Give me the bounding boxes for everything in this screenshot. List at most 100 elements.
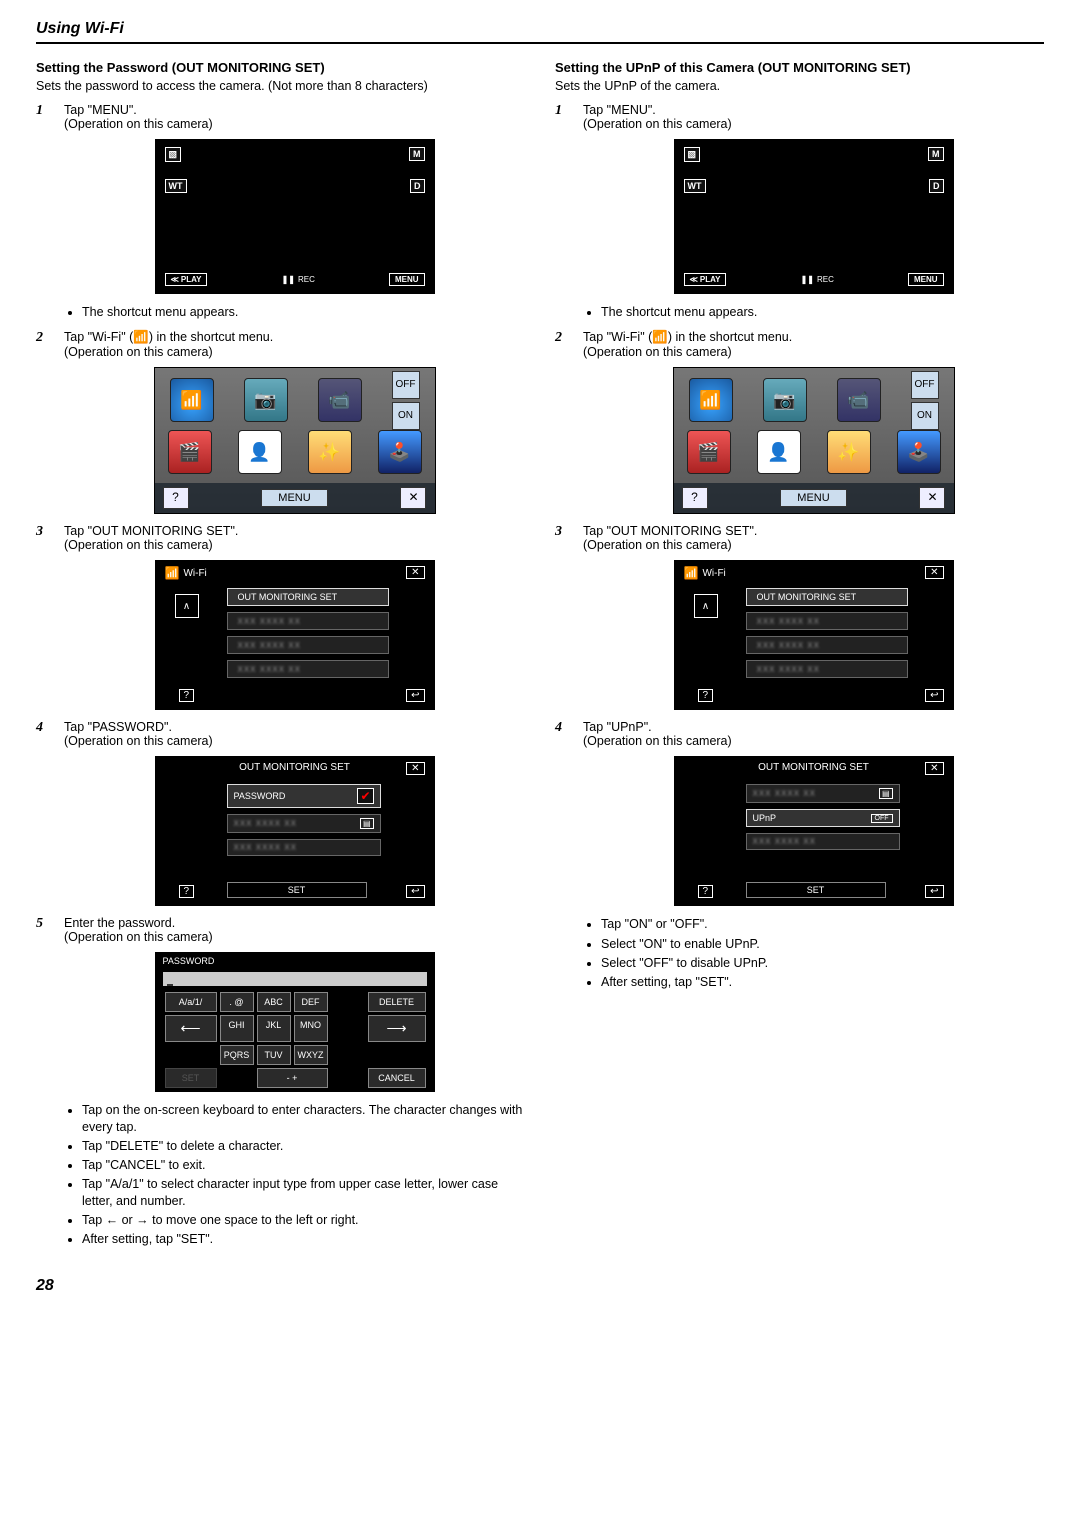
wifi-icon[interactable]: 📶 bbox=[689, 378, 733, 422]
bullet: Tap "DELETE" to delete a character. bbox=[82, 1138, 525, 1154]
set-button[interactable]: SET bbox=[227, 882, 367, 898]
step-sub: (Operation on this camera) bbox=[583, 117, 1044, 131]
help-button[interactable]: ? bbox=[179, 689, 195, 702]
arrow-up-button[interactable]: ∧ bbox=[694, 594, 718, 618]
step-text: Tap "MENU". bbox=[583, 103, 1044, 117]
mode-m-icon[interactable]: M bbox=[928, 147, 944, 161]
help-button[interactable]: ? bbox=[163, 487, 189, 509]
key-abc[interactable]: ABC bbox=[257, 992, 291, 1012]
face-icon[interactable]: 👤 bbox=[238, 430, 282, 474]
mode-d-icon[interactable]: D bbox=[410, 179, 425, 193]
menu-item-out-monitoring[interactable]: OUT MONITORING SET bbox=[746, 588, 908, 606]
help-button[interactable]: ? bbox=[179, 885, 195, 898]
key-set[interactable]: SET bbox=[165, 1068, 217, 1088]
face-icon[interactable]: 👤 bbox=[757, 430, 801, 474]
menu-item-blur[interactable]: XXX XXXX XX bbox=[746, 833, 900, 850]
camera-icon-1[interactable]: 📷 bbox=[244, 378, 288, 422]
switch-on-icon[interactable]: ON bbox=[392, 402, 420, 430]
key-def[interactable]: DEF bbox=[294, 992, 328, 1012]
right-intro: Sets the UPnP of the camera. bbox=[555, 79, 1044, 93]
key-tuv[interactable]: TUV bbox=[257, 1045, 291, 1065]
still-icon[interactable]: ▧ bbox=[684, 147, 701, 162]
switch-off-icon[interactable]: OFF bbox=[911, 371, 939, 399]
switch-off-icon[interactable]: OFF bbox=[392, 371, 420, 399]
key-right[interactable]: ⟶ bbox=[368, 1015, 426, 1042]
menu-item-blur[interactable]: XXX XXXX XX bbox=[746, 636, 908, 654]
key-delete[interactable]: DELETE bbox=[368, 992, 426, 1012]
step-text: Enter the password. bbox=[64, 916, 525, 930]
mode-d-icon[interactable]: D bbox=[929, 179, 944, 193]
menu-button[interactable]: MENU bbox=[908, 273, 944, 286]
bullet: The shortcut menu appears. bbox=[601, 304, 1044, 320]
left-column: Setting the Password (OUT MONITORING SET… bbox=[36, 60, 525, 1257]
menu-item-blur[interactable]: XXX XXXX XX bbox=[227, 660, 389, 678]
menu-item-blur[interactable]: XXX XXXX XX bbox=[746, 612, 908, 630]
key-sym[interactable]: - + bbox=[257, 1068, 328, 1088]
close-button[interactable]: ✕ bbox=[406, 566, 424, 579]
back-button[interactable]: ↩ bbox=[925, 885, 943, 898]
menu-button[interactable]: MENU bbox=[780, 489, 846, 507]
menu-item-blur[interactable]: XXX XXXX XX▤ bbox=[746, 784, 900, 803]
menu-item-password[interactable]: PASSWORD✔ bbox=[227, 784, 381, 808]
key-mno[interactable]: MNO bbox=[294, 1015, 328, 1042]
shortcut-screenshot: 📶 📷 📹 OFF ON 🎬 👤 ✨ 🕹️ bbox=[154, 367, 436, 514]
menu-item-blur[interactable]: XXX XXXX XX bbox=[227, 839, 381, 856]
help-button[interactable]: ? bbox=[698, 689, 714, 702]
clapper-icon[interactable]: 🎬 bbox=[687, 430, 731, 474]
bullet: Tap ← or → to move one space to the left… bbox=[82, 1212, 525, 1228]
clapper-icon[interactable]: 🎬 bbox=[168, 430, 212, 474]
menu-item-upnp[interactable]: UPnPOFF bbox=[746, 809, 900, 827]
menu-item-blur[interactable]: XXX XXXX XX bbox=[227, 636, 389, 654]
joystick-icon[interactable]: 🕹️ bbox=[378, 430, 422, 474]
step-sub: (Operation on this camera) bbox=[64, 538, 525, 552]
mode-m-icon[interactable]: M bbox=[409, 147, 425, 161]
close-button[interactable]: ✕ bbox=[925, 762, 943, 775]
camera-icon-2[interactable]: 📹 bbox=[318, 378, 362, 422]
effect-icon[interactable]: ✨ bbox=[308, 430, 352, 474]
menu-item-blur[interactable]: XXX XXXX XX▤ bbox=[227, 814, 381, 833]
left-heading: Setting the Password (OUT MONITORING SET… bbox=[36, 60, 525, 75]
key-ghi[interactable]: GHI bbox=[220, 1015, 254, 1042]
back-button[interactable]: ↩ bbox=[406, 689, 424, 702]
key-pqrs[interactable]: PQRS bbox=[220, 1045, 254, 1065]
close-button[interactable]: ✕ bbox=[919, 487, 945, 509]
wifi-icon[interactable]: 📶 bbox=[170, 378, 214, 422]
menu-button[interactable]: MENU bbox=[261, 489, 327, 507]
bullet: The shortcut menu appears. bbox=[82, 304, 525, 320]
step-text: Tap "Wi-Fi" (📶) in the shortcut menu. bbox=[64, 330, 525, 345]
close-button[interactable]: ✕ bbox=[925, 566, 943, 579]
menu-item-out-monitoring[interactable]: OUT MONITORING SET bbox=[227, 588, 389, 606]
camera-icon-1[interactable]: 📷 bbox=[763, 378, 807, 422]
left-step-1: Tap "MENU". (Operation on this camera) ▧… bbox=[36, 103, 525, 320]
help-button[interactable]: ? bbox=[698, 885, 714, 898]
close-button[interactable]: ✕ bbox=[400, 487, 426, 509]
menu-button[interactable]: MENU bbox=[389, 273, 425, 286]
switch-on-icon[interactable]: ON bbox=[911, 402, 939, 430]
camera-icon-2[interactable]: 📹 bbox=[837, 378, 881, 422]
bullet: After setting, tap "SET". bbox=[82, 1231, 525, 1247]
arrow-up-button[interactable]: ∧ bbox=[175, 594, 199, 618]
right-step-4: Tap "UPnP". (Operation on this camera) O… bbox=[555, 720, 1044, 990]
joystick-icon[interactable]: 🕹️ bbox=[897, 430, 941, 474]
help-button[interactable]: ? bbox=[682, 487, 708, 509]
password-field[interactable] bbox=[163, 972, 427, 986]
effect-icon[interactable]: ✨ bbox=[827, 430, 871, 474]
close-button[interactable]: ✕ bbox=[406, 762, 424, 775]
key-jkl[interactable]: JKL bbox=[257, 1015, 291, 1042]
set-button[interactable]: SET bbox=[746, 882, 886, 898]
back-button[interactable]: ↩ bbox=[406, 885, 424, 898]
wt-icon[interactable]: WT bbox=[684, 179, 706, 193]
back-button[interactable]: ↩ bbox=[925, 689, 943, 702]
key-cancel[interactable]: CANCEL bbox=[368, 1068, 426, 1088]
key-left[interactable]: ⟵ bbox=[165, 1015, 217, 1042]
key-dot[interactable]: . @ bbox=[220, 992, 254, 1012]
key-mode[interactable]: A/a/1/ bbox=[165, 992, 217, 1012]
still-icon[interactable]: ▧ bbox=[165, 147, 182, 162]
play-button[interactable]: PLAY bbox=[165, 273, 208, 286]
key-wxyz[interactable]: WXYZ bbox=[294, 1045, 328, 1065]
menu-item-blur[interactable]: XXX XXXX XX bbox=[227, 612, 389, 630]
play-button[interactable]: PLAY bbox=[684, 273, 727, 286]
wt-icon[interactable]: WT bbox=[165, 179, 187, 193]
bullet: After setting, tap "SET". bbox=[601, 974, 1044, 990]
menu-item-blur[interactable]: XXX XXXX XX bbox=[746, 660, 908, 678]
